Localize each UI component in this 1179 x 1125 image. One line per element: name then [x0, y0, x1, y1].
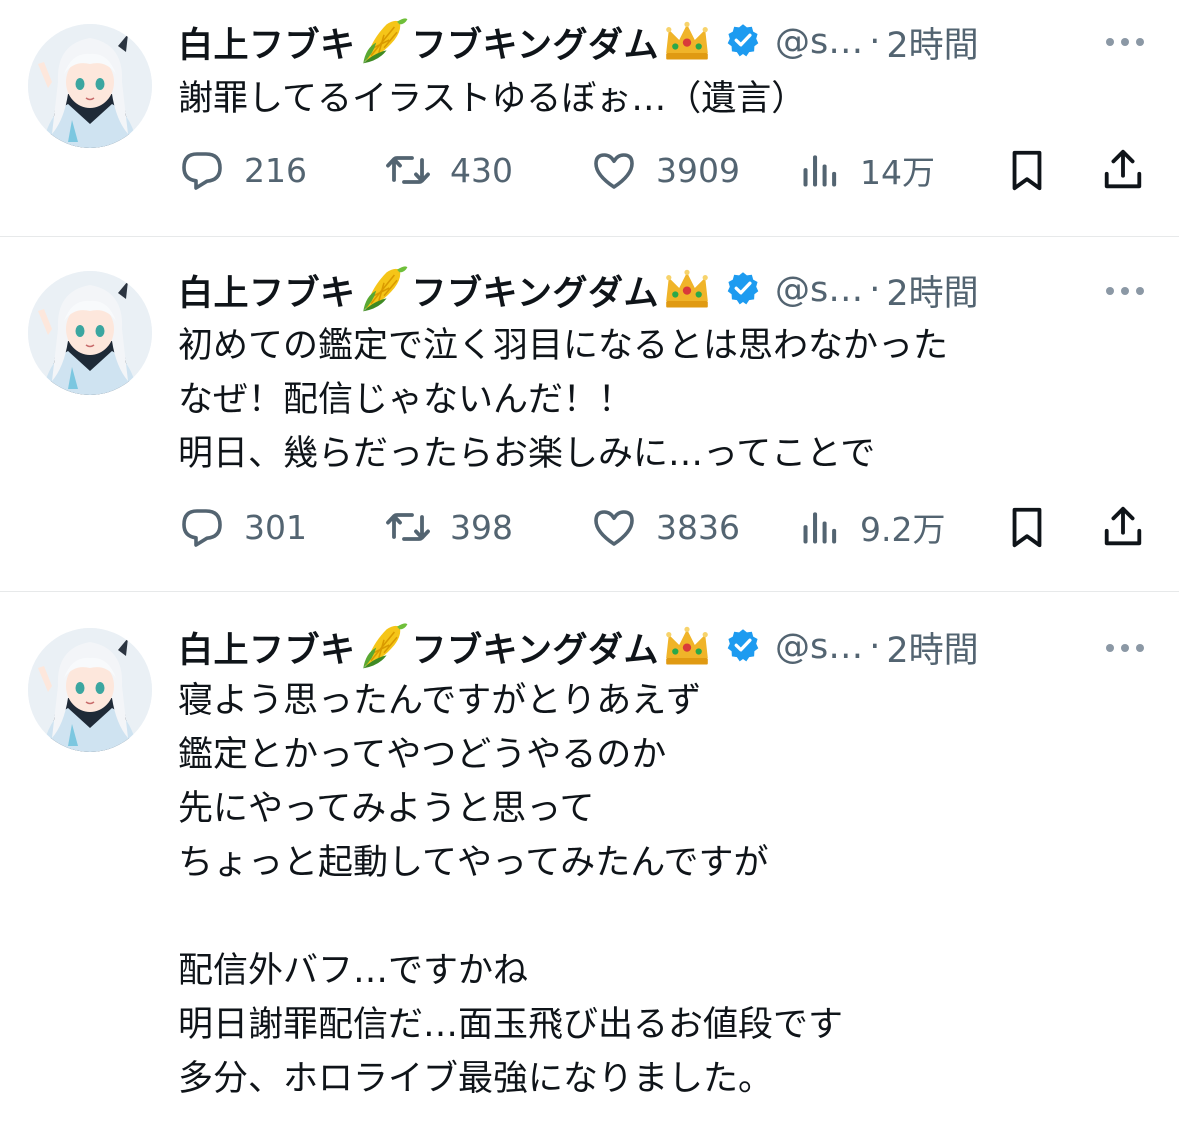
more-options-icon[interactable] — [1100, 32, 1150, 52]
like-button[interactable]: 3909 — [590, 140, 740, 200]
timestamp[interactable]: 2時間 — [886, 265, 978, 316]
more-options-icon[interactable] — [1100, 281, 1150, 301]
reply-icon — [178, 503, 226, 551]
action-bar: 301 398 3836 9.2万 — [0, 497, 1179, 557]
retweet-count: 430 — [450, 150, 513, 190]
tweet-1[interactable]: 白上フブキ フブキングダム @s… · 2時間 謝罪してるイラストゆるぼぉ…（遺… — [0, 0, 1179, 236]
display-name-suffix[interactable]: フブキングダム — [412, 17, 659, 68]
user-handle[interactable]: @s… — [775, 22, 863, 62]
display-name-suffix[interactable]: フブキングダム — [412, 265, 659, 316]
share-button[interactable] — [1100, 497, 1146, 557]
views-button[interactable]: 9.2万 — [798, 497, 945, 557]
timestamp[interactable]: 2時間 — [886, 17, 978, 68]
tweet-3[interactable]: 白上フブキ フブキングダム @s… · 2時間 寝よう思ったんですがとりあえず … — [0, 592, 1179, 1125]
verified-badge-icon[interactable] — [725, 270, 761, 310]
share-icon — [1100, 504, 1146, 550]
crown-emoji-icon — [661, 619, 713, 675]
corn-emoji-icon — [358, 619, 410, 675]
retweet-button[interactable]: 430 — [384, 140, 513, 200]
action-bar: 216 430 3909 14万 — [0, 140, 1179, 200]
verified-badge-icon[interactable] — [725, 627, 761, 667]
views-button[interactable]: 14万 — [798, 140, 935, 200]
display-name[interactable]: 白上フブキ — [178, 17, 356, 68]
tweet-text: 寝よう思ったんですがとりあえず 鑑定とかってやつどうやるのか 先にやってみようと… — [178, 681, 844, 1099]
timestamp[interactable]: 2時間 — [886, 622, 978, 673]
display-name[interactable]: 白上フブキ — [178, 622, 356, 673]
display-name-suffix[interactable]: フブキングダム — [412, 622, 659, 673]
heart-icon — [590, 503, 638, 551]
crown-emoji-icon — [661, 262, 713, 318]
corn-emoji-icon — [358, 262, 410, 318]
avatar[interactable] — [28, 24, 152, 148]
retweet-icon — [384, 503, 432, 551]
tweet-2[interactable]: 白上フブキ フブキングダム @s… · 2時間 初めての鑑定で泣く羽目になるとは… — [0, 237, 1179, 591]
bookmark-icon — [1004, 504, 1050, 550]
like-button[interactable]: 3836 — [590, 497, 740, 557]
bookmark-button[interactable] — [1004, 140, 1050, 200]
share-button[interactable] — [1100, 140, 1146, 200]
reply-button[interactable]: 301 — [178, 497, 307, 557]
share-icon — [1100, 147, 1146, 193]
reply-count: 216 — [244, 150, 307, 190]
tweet-text: 初めての鑑定で泣く羽目になるとは思わなかった なぜ！配信じゃないんだ！！ 明日、… — [178, 326, 949, 474]
avatar[interactable] — [28, 628, 152, 752]
retweet-button[interactable]: 398 — [384, 497, 513, 557]
bar-chart-icon — [798, 505, 842, 549]
view-count: 14万 — [860, 153, 935, 192]
verified-badge-icon[interactable] — [725, 22, 761, 62]
like-count: 3836 — [656, 507, 740, 547]
user-handle[interactable]: @s… — [775, 270, 863, 310]
display-name[interactable]: 白上フブキ — [178, 265, 356, 316]
crown-emoji-icon — [661, 14, 713, 70]
retweet-count: 398 — [450, 507, 513, 547]
user-handle[interactable]: @s… — [775, 627, 863, 667]
view-count: 9.2万 — [860, 510, 946, 549]
tweet-text: 謝罪してるイラストゆるぼぉ…（遺言） — [178, 79, 807, 119]
heart-icon — [590, 146, 638, 194]
tweet-header: 白上フブキ フブキングダム @s… · 2時間 — [178, 264, 979, 316]
reply-count: 301 — [244, 507, 307, 547]
retweet-icon — [384, 146, 432, 194]
tweet-header: 白上フブキ フブキングダム @s… · 2時間 — [178, 16, 979, 68]
bookmark-button[interactable] — [1004, 497, 1050, 557]
separator-dot: · — [869, 627, 881, 667]
tweet-header: 白上フブキ フブキングダム @s… · 2時間 — [178, 621, 979, 673]
reply-icon — [178, 146, 226, 194]
corn-emoji-icon — [358, 14, 410, 70]
more-options-icon[interactable] — [1100, 638, 1150, 658]
reply-button[interactable]: 216 — [178, 140, 307, 200]
separator-dot: · — [869, 270, 881, 310]
avatar[interactable] — [28, 271, 152, 395]
like-count: 3909 — [656, 150, 740, 190]
separator-dot: · — [869, 22, 881, 62]
bookmark-icon — [1004, 147, 1050, 193]
bar-chart-icon — [798, 148, 842, 192]
